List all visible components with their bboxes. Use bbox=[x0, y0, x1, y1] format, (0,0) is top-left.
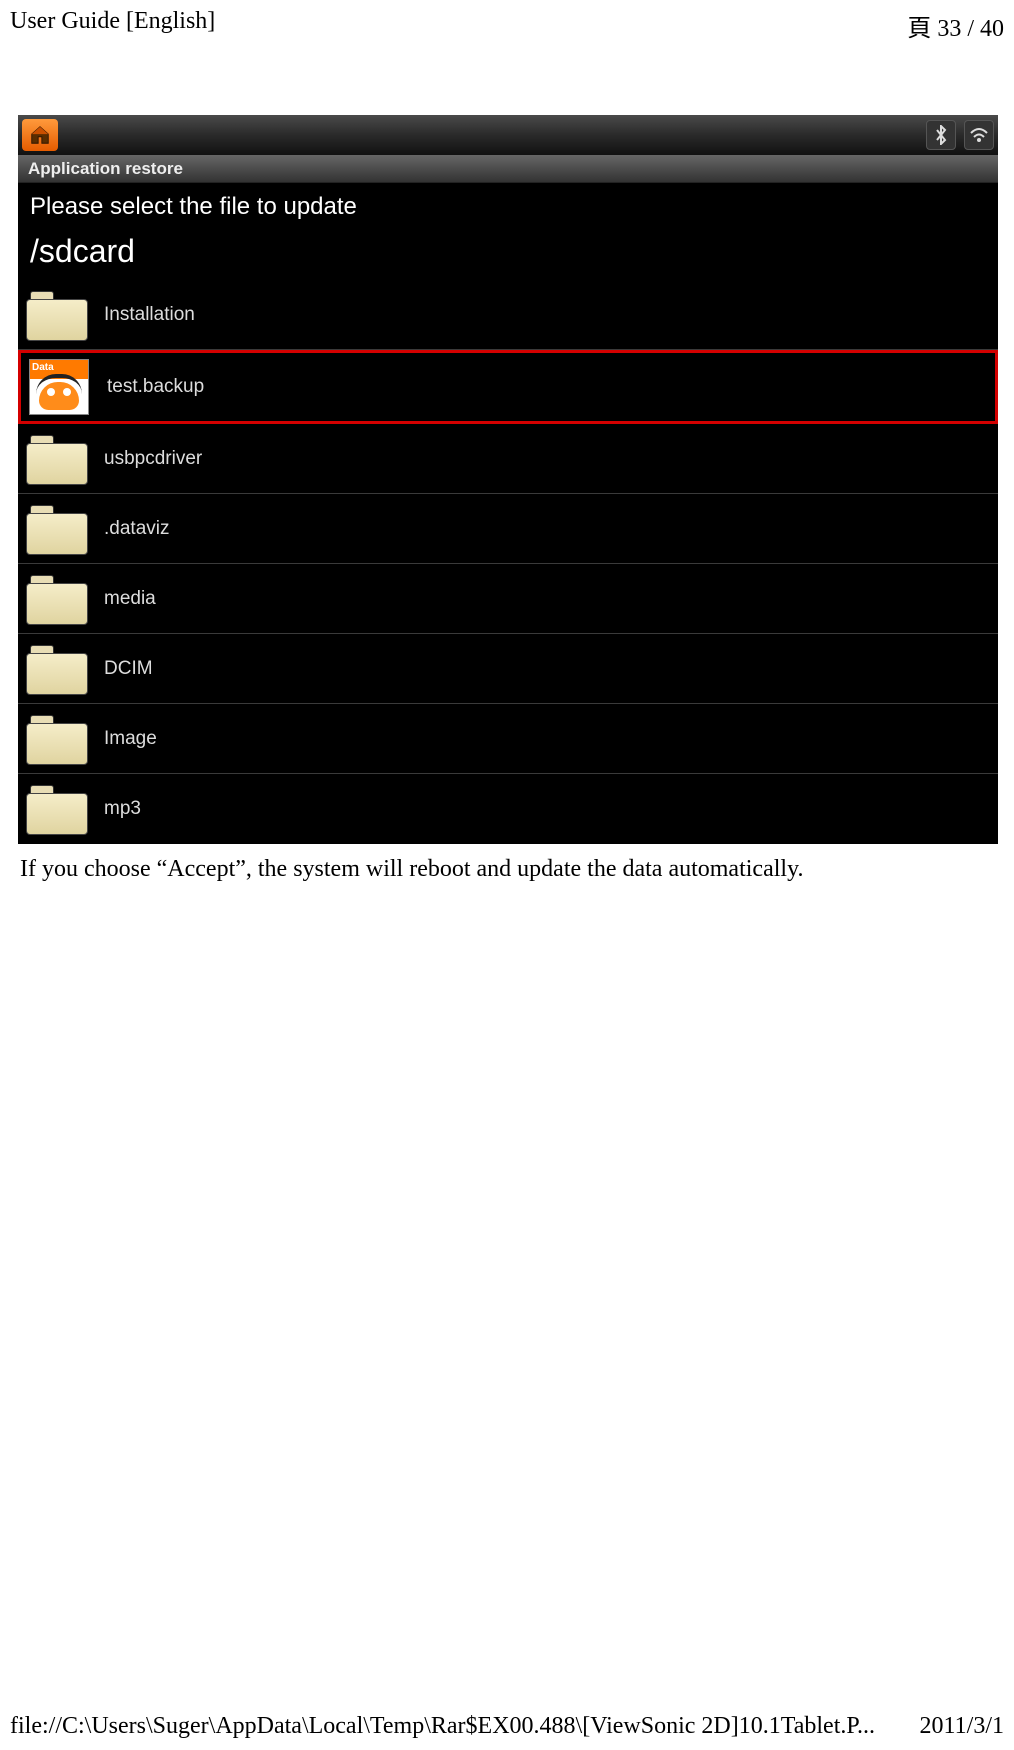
home-button[interactable] bbox=[22, 119, 58, 151]
file-label: Installation bbox=[104, 304, 195, 326]
file-label: test.backup bbox=[107, 376, 204, 398]
home-icon bbox=[28, 124, 52, 146]
wifi-icon[interactable] bbox=[964, 120, 994, 150]
page-indicator: 頁 33 / 40 bbox=[907, 8, 1004, 43]
status-icons bbox=[926, 120, 994, 150]
footer-date: 2011/3/1 bbox=[920, 1713, 1004, 1740]
file-row-media[interactable]: media bbox=[18, 564, 998, 634]
file-row-installation[interactable]: Installation bbox=[18, 280, 998, 350]
file-row-test-backup[interactable]: Data test.backup bbox=[18, 350, 998, 424]
file-row-usbpcdriver[interactable]: usbpcdriver bbox=[18, 424, 998, 494]
folder-icon bbox=[26, 785, 86, 833]
file-label: Image bbox=[104, 728, 157, 750]
doc-title: User Guide [English] bbox=[10, 8, 215, 43]
folder-icon bbox=[26, 505, 86, 553]
data-tag: Data bbox=[32, 362, 54, 373]
file-row-dcim[interactable]: DCIM bbox=[18, 634, 998, 704]
folder-icon bbox=[26, 435, 86, 483]
folder-icon bbox=[26, 715, 86, 763]
footer-path: file://C:\Users\Suger\AppData\Local\Temp… bbox=[10, 1713, 875, 1740]
file-list: Installation Data test.backup usbpcdrive… bbox=[18, 280, 998, 844]
page-header: User Guide [English] 頁 33 / 40 bbox=[10, 8, 1004, 43]
folder-icon bbox=[26, 645, 86, 693]
file-label: .dataviz bbox=[104, 518, 169, 540]
file-row-image[interactable]: Image bbox=[18, 704, 998, 774]
prompt-text: Please select the file to update bbox=[18, 183, 998, 227]
backup-file-icon: Data bbox=[29, 359, 89, 415]
page-footer: file://C:\Users\Suger\AppData\Local\Temp… bbox=[10, 1713, 1004, 1740]
status-bar bbox=[18, 115, 998, 155]
app-title-bar: Application restore bbox=[18, 155, 998, 183]
current-path: /sdcard bbox=[18, 227, 998, 280]
folder-icon bbox=[26, 575, 86, 623]
embedded-screenshot: Application restore Please select the fi… bbox=[18, 115, 998, 844]
file-label: DCIM bbox=[104, 658, 153, 680]
file-label: usbpcdriver bbox=[104, 448, 202, 470]
file-label: media bbox=[104, 588, 156, 610]
folder-icon bbox=[26, 291, 86, 339]
bluetooth-icon[interactable] bbox=[926, 120, 956, 150]
file-label: mp3 bbox=[104, 798, 141, 820]
file-row-mp3[interactable]: mp3 bbox=[18, 774, 998, 844]
caption-text: If you choose “Accept”, the system will … bbox=[20, 856, 994, 883]
file-row-dataviz[interactable]: .dataviz bbox=[18, 494, 998, 564]
